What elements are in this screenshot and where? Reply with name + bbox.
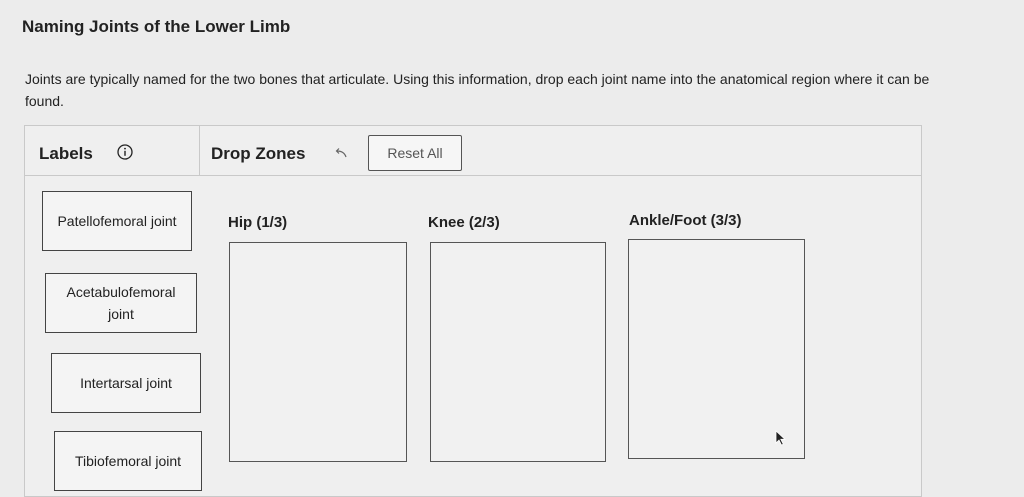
- activity-panel: Labels Drop Zones Reset All Patellofemor…: [24, 125, 922, 497]
- column-divider: [199, 126, 200, 175]
- label-card-text: Acetabulofemoral joint: [66, 284, 176, 322]
- label-card-patellofemoral[interactable]: Patellofemoral joint: [42, 191, 192, 251]
- zone-title-hip: Hip (1/3): [228, 214, 288, 231]
- label-card-text: Patellofemoral joint: [57, 213, 177, 229]
- label-card-text: Intertarsal joint: [80, 375, 172, 391]
- drop-box-ankle-foot[interactable]: [628, 239, 805, 459]
- label-card-tibiofemoral[interactable]: Tibiofemoral joint: [54, 431, 202, 491]
- labels-header: Labels: [39, 144, 93, 163]
- drop-box-hip[interactable]: [229, 242, 407, 462]
- page-title: Naming Joints of the Lower Limb: [22, 17, 291, 36]
- instructions-text: Joints are typically named for the two b…: [25, 71, 930, 109]
- mouse-pointer-icon: [775, 430, 787, 446]
- drop-zones-header: Drop Zones: [211, 144, 306, 163]
- info-icon[interactable]: [117, 144, 133, 160]
- undo-arrow-icon[interactable]: [334, 147, 348, 159]
- label-card-acetabulofemoral[interactable]: Acetabulofemoral joint: [45, 273, 197, 333]
- zone-title-knee: Knee (2/3): [428, 214, 500, 231]
- zone-title-ankle-foot: Ankle/Foot (3/3): [629, 212, 742, 229]
- reset-all-button[interactable]: Reset All: [368, 135, 462, 171]
- header-divider: [25, 175, 921, 176]
- label-card-intertarsal[interactable]: Intertarsal joint: [51, 353, 201, 413]
- label-card-text: Tibiofemoral joint: [74, 453, 182, 469]
- drop-box-knee[interactable]: [430, 242, 606, 462]
